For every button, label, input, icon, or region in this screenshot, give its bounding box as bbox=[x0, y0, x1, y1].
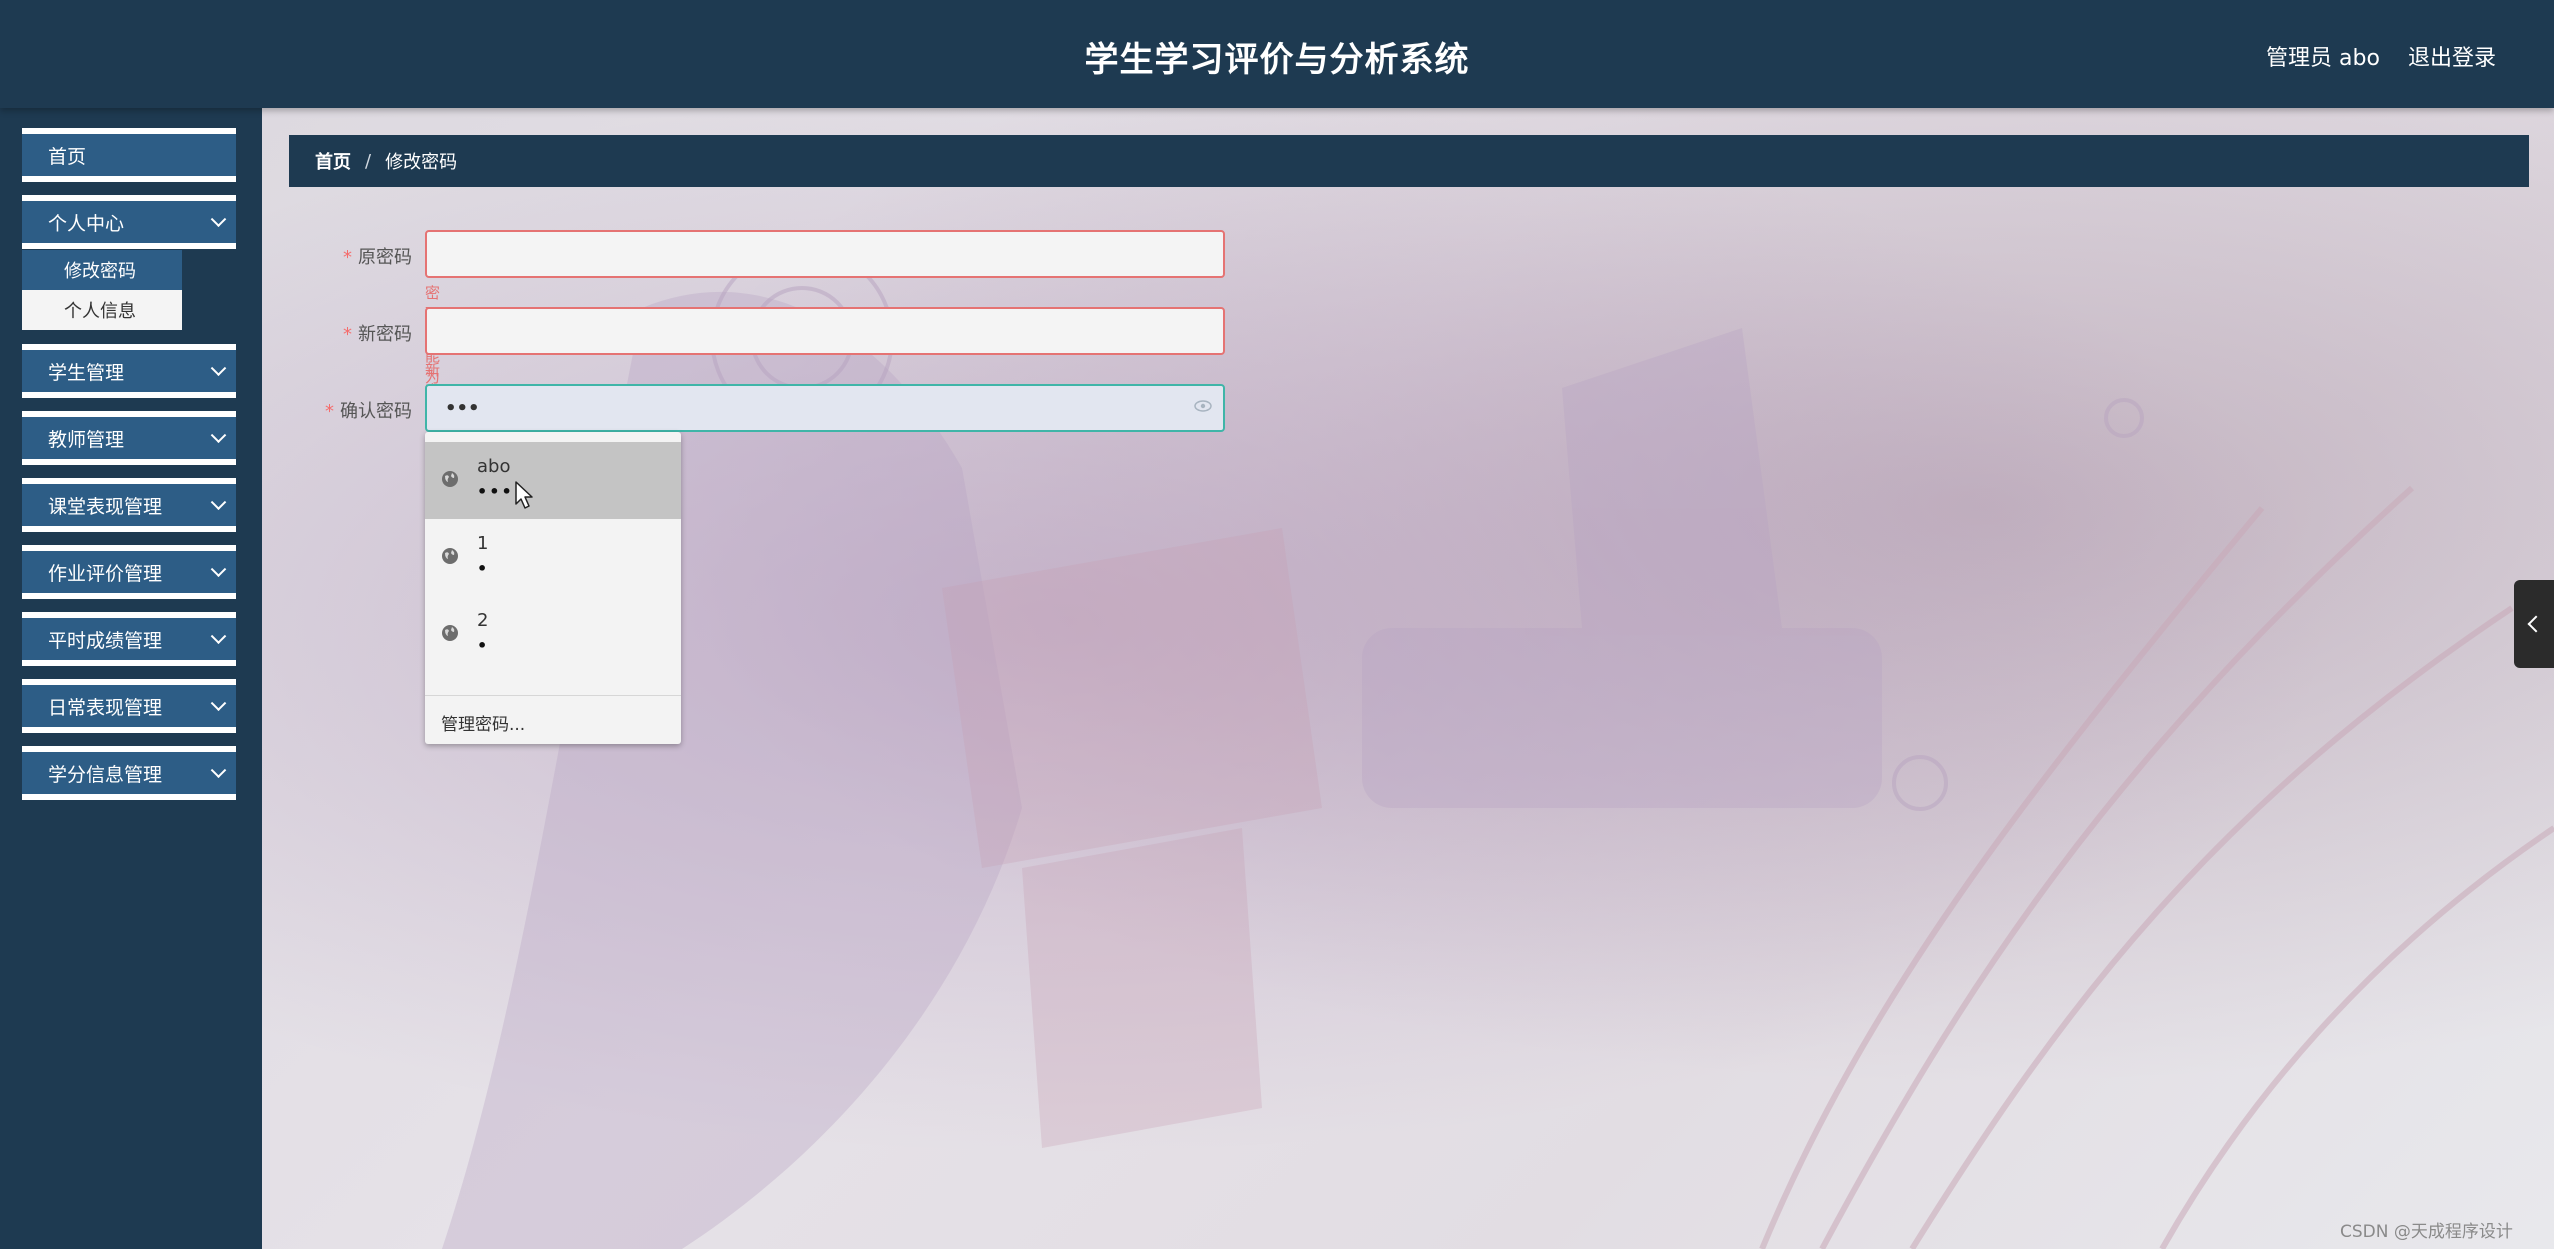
breadcrumb-separator: / bbox=[365, 150, 372, 172]
autofill-username: 1 bbox=[477, 533, 489, 554]
sidebar-item-label: 首页 bbox=[48, 145, 87, 168]
sidebar-item-label: 教师管理 bbox=[48, 428, 125, 451]
autofill-entry[interactable]: 2 • bbox=[425, 596, 681, 673]
sidebar-item-label: 学分信息管理 bbox=[48, 763, 163, 786]
chevron-down-icon bbox=[210, 561, 227, 578]
chevron-down-icon bbox=[210, 360, 227, 377]
eye-icon[interactable] bbox=[1194, 400, 1212, 412]
sidebar-item-label: 个人中心 bbox=[48, 212, 125, 235]
required-mark: * bbox=[343, 247, 352, 268]
new-password-input[interactable] bbox=[425, 307, 1225, 355]
chevron-down-icon bbox=[210, 494, 227, 511]
sidebar-item-label: 作业评价管理 bbox=[48, 562, 163, 585]
chevron-down-icon bbox=[210, 695, 227, 712]
sidebar-item-daily-performance[interactable]: 日常表现管理 bbox=[22, 679, 236, 733]
autofill-divider bbox=[425, 695, 681, 696]
side-panel-toggle[interactable] bbox=[2514, 580, 2554, 668]
old-password-input[interactable] bbox=[425, 230, 1225, 278]
chevron-down-icon bbox=[210, 211, 227, 228]
manage-passwords-link[interactable]: 管理密码... bbox=[441, 710, 525, 735]
sidebar-item-classroom-performance[interactable]: 课堂表现管理 bbox=[22, 478, 236, 532]
confirm-password-input[interactable]: ••• bbox=[425, 384, 1225, 432]
submenu-item-change-password[interactable]: 修改密码 bbox=[22, 250, 182, 290]
submenu-item-personal-info[interactable]: 个人信息 bbox=[22, 290, 182, 330]
mouse-cursor-icon bbox=[515, 481, 533, 509]
autofill-entry[interactable]: abo ••• bbox=[425, 442, 681, 519]
logout-button[interactable]: 退出登录 bbox=[2408, 40, 2496, 72]
app-title: 学生学习评价与分析系统 bbox=[1084, 40, 1470, 80]
autofill-password: • bbox=[477, 559, 490, 578]
sidebar-item-usual-grades[interactable]: 平时成绩管理 bbox=[22, 612, 236, 666]
breadcrumb-home[interactable]: 首页 bbox=[315, 148, 351, 174]
sidebar-item-home[interactable]: 首页 bbox=[22, 128, 236, 182]
confirm-password-label: * 确认密码 bbox=[325, 401, 412, 422]
new-password-label: * 新密码 bbox=[343, 324, 412, 345]
required-mark: * bbox=[325, 401, 334, 422]
sidebar-item-label: 学生管理 bbox=[48, 361, 125, 384]
sidebar-item-personal-center[interactable]: 个人中心 bbox=[22, 195, 236, 249]
current-user-label: 管理员 abo bbox=[2266, 46, 2380, 71]
autofill-password: ••• bbox=[477, 482, 514, 501]
chevron-left-icon bbox=[2527, 615, 2545, 633]
sidebar-item-homework-evaluation[interactable]: 作业评价管理 bbox=[22, 545, 236, 599]
personal-center-submenu: 修改密码 个人信息 bbox=[22, 250, 182, 330]
sidebar-item-credit-info[interactable]: 学分信息管理 bbox=[22, 746, 236, 800]
breadcrumb: 首页 / 修改密码 bbox=[289, 135, 2529, 187]
chevron-down-icon bbox=[210, 628, 227, 645]
globe-icon bbox=[442, 548, 458, 564]
required-mark: * bbox=[343, 324, 352, 345]
sidebar-item-label: 课堂表现管理 bbox=[48, 495, 163, 518]
top-header: 学生学习评价与分析系统 管理员 abo 退出登录 bbox=[0, 0, 2554, 108]
autofill-username: abo bbox=[477, 456, 511, 477]
chevron-down-icon bbox=[210, 427, 227, 444]
sidebar-item-student-management[interactable]: 学生管理 bbox=[22, 344, 236, 398]
breadcrumb-current: 修改密码 bbox=[385, 152, 458, 173]
sidebar-item-teacher-management[interactable]: 教师管理 bbox=[22, 411, 236, 465]
sidebar-item-label: 平时成绩管理 bbox=[48, 629, 163, 652]
chevron-down-icon bbox=[210, 762, 227, 779]
main-content: 首页 / 修改密码 *原密码 密码不能为空 *新密码 新密码不能为空 *确认密码… bbox=[262, 108, 2554, 1249]
watermark: CSDN @天成程序设计 bbox=[2340, 1222, 2513, 1242]
globe-icon bbox=[442, 625, 458, 641]
autofill-username: 2 bbox=[477, 610, 489, 631]
globe-icon bbox=[442, 471, 458, 487]
old-password-label: * 原密码 bbox=[343, 247, 412, 268]
autofill-password: • bbox=[477, 636, 490, 655]
sidebar-item-label: 日常表现管理 bbox=[48, 696, 163, 719]
autofill-entry[interactable]: 1 • bbox=[425, 519, 681, 596]
confirm-password-value: ••• bbox=[445, 397, 480, 419]
password-autofill-dropdown: abo ••• 1 • 2 • 管理密码... bbox=[425, 432, 681, 744]
